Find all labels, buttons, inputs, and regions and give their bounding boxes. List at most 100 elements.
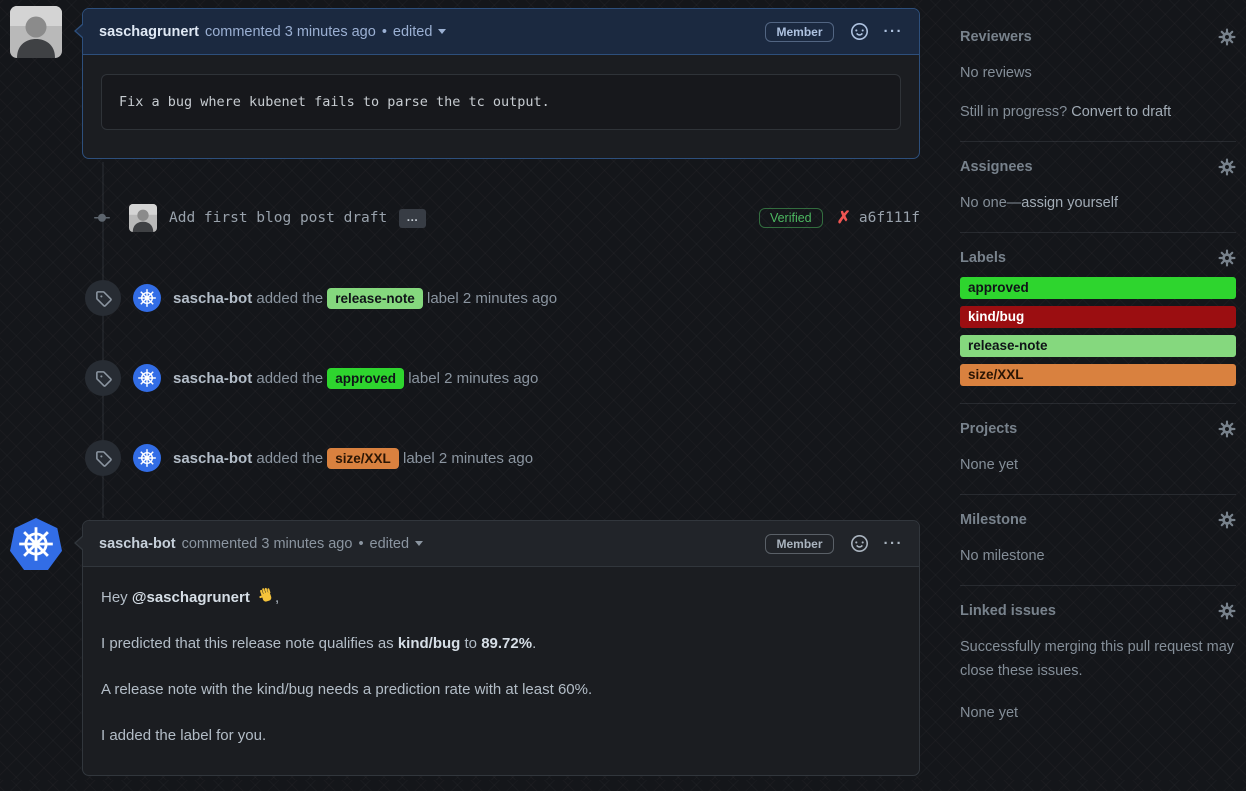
prediction-line: I predicted that this release note quali…: [101, 633, 901, 654]
reviewers-empty-text: No reviews: [960, 61, 1236, 85]
reviewers-hint: Still in progress? Convert to draft: [960, 100, 1236, 124]
chevron-down-icon: [438, 29, 446, 34]
labels-list: approved kind/bug release-note size/XXL: [960, 277, 1236, 386]
assignees-title[interactable]: Assignees: [960, 159, 1033, 175]
event-author-link[interactable]: sascha-bot: [173, 450, 252, 467]
event-badge: [85, 440, 121, 476]
comment-header: sascha-bot commented 3 minutes ago • edi…: [83, 521, 919, 567]
label-chip[interactable]: size/XXL: [327, 448, 399, 469]
comment-author-link[interactable]: sascha-bot: [99, 536, 176, 552]
event-action: added the: [256, 370, 323, 387]
gear-icon: [1218, 249, 1236, 267]
kubernetes-icon: [136, 447, 158, 469]
tag-icon: [95, 290, 112, 307]
comment-options-button[interactable]: ···: [884, 23, 904, 40]
sascha-bot-avatar[interactable]: [133, 284, 161, 312]
avatar-sascha-bot[interactable]: [10, 518, 62, 570]
milestone-title[interactable]: Milestone: [960, 512, 1027, 528]
separator-dot: •: [358, 536, 363, 552]
event-action: added the: [256, 290, 323, 307]
code-block: Fix a bug where kubenet fails to parse t…: [101, 74, 901, 130]
label-event-row: sascha-bot added the approved label 2 mi…: [85, 360, 921, 396]
mention-link[interactable]: @saschagrunert: [132, 589, 250, 606]
comment-sascha-bot: sascha-bot commented 3 minutes ago • edi…: [82, 520, 920, 776]
label-event-row: sascha-bot added the size/XXL label 2 mi…: [85, 440, 921, 476]
comment-author-link[interactable]: saschagrunert: [99, 24, 199, 40]
avatar-saschagrunert[interactable]: [10, 6, 62, 58]
commit-sha-link[interactable]: a6f111f: [859, 210, 920, 226]
gear-icon: [1218, 602, 1236, 620]
kubernetes-icon: [136, 287, 158, 309]
sidebar-section-milestone: Milestone No milestone: [960, 495, 1236, 586]
sidebar-label-kind-bug[interactable]: kind/bug: [960, 306, 1236, 328]
linked-issues-title[interactable]: Linked issues: [960, 603, 1056, 619]
gear-icon: [1218, 28, 1236, 46]
reviewers-title[interactable]: Reviewers: [960, 29, 1032, 45]
sidebar-section-assignees: Assignees No one—assign yourself: [960, 142, 1236, 233]
label-chip[interactable]: release-note: [327, 288, 423, 309]
edited-dropdown[interactable]: edited: [370, 536, 424, 552]
greeting-line: Hey @saschagrunert ,: [101, 587, 901, 608]
separator-dot: •: [382, 24, 387, 40]
assign-yourself-link[interactable]: assign yourself: [1021, 195, 1118, 211]
sidebar-section-reviewers: Reviewers No reviews Still in progress? …: [960, 12, 1236, 142]
linked-issues-description: Successfully merging this pull request m…: [960, 635, 1236, 683]
sidebar-label-size-xxl[interactable]: size/XXL: [960, 364, 1236, 386]
gear-icon: [1218, 511, 1236, 529]
event-suffix: label 2 minutes ago: [408, 370, 538, 387]
commit-message-link[interactable]: Add first blog post draft: [169, 210, 387, 226]
comment-timestamp[interactable]: commented 3 minutes ago: [182, 536, 353, 552]
person-avatar-image: [10, 6, 62, 58]
labels-title[interactable]: Labels: [960, 250, 1006, 266]
event-action: added the: [256, 450, 323, 467]
add-reaction-button[interactable]: [851, 23, 868, 40]
add-reaction-button[interactable]: [851, 535, 868, 552]
sidebar-label-release-note[interactable]: release-note: [960, 335, 1236, 357]
labels-settings-button[interactable]: [1218, 249, 1236, 267]
wave-emoji-icon: [257, 587, 275, 605]
label-event-row: sascha-bot added the release-note label …: [85, 280, 921, 316]
assignees-settings-button[interactable]: [1218, 158, 1236, 176]
tag-icon: [95, 370, 112, 387]
commit-author-avatar[interactable]: [129, 204, 157, 232]
convert-to-draft-link[interactable]: Convert to draft: [1071, 104, 1171, 120]
kebab-icon: ···: [884, 23, 904, 40]
sidebar-section-projects: Projects None yet: [960, 404, 1236, 495]
sascha-bot-avatar[interactable]: [133, 364, 161, 392]
git-commit-icon: [85, 210, 119, 226]
gear-icon: [1218, 420, 1236, 438]
tag-icon: [95, 450, 112, 467]
comment-header: saschagrunert commented 3 minutes ago • …: [83, 9, 919, 55]
label-chip[interactable]: approved: [327, 368, 404, 389]
reviewers-settings-button[interactable]: [1218, 28, 1236, 46]
event-badge: [85, 360, 121, 396]
projects-title[interactable]: Projects: [960, 421, 1017, 437]
sidebar-section-labels: Labels approved kind/bug release-note si…: [960, 233, 1236, 404]
verified-badge[interactable]: Verified: [759, 208, 823, 228]
sidebar-label-approved[interactable]: approved: [960, 277, 1236, 299]
event-suffix: label 2 minutes ago: [403, 450, 533, 467]
event-author-link[interactable]: sascha-bot: [173, 290, 252, 307]
member-badge: Member: [765, 22, 833, 42]
comment-options-button[interactable]: ···: [884, 535, 904, 552]
sidebar: Reviewers No reviews Still in progress? …: [960, 12, 1236, 742]
event-author-link[interactable]: sascha-bot: [173, 370, 252, 387]
commit-expand-button[interactable]: …: [399, 209, 426, 228]
kubernetes-icon: [15, 523, 57, 565]
linked-issues-settings-button[interactable]: [1218, 602, 1236, 620]
assignees-empty-text: No one—assign yourself: [960, 191, 1236, 215]
comment-saschagrunert: saschagrunert commented 3 minutes ago • …: [82, 8, 920, 159]
comment-timestamp[interactable]: commented 3 minutes ago: [205, 24, 376, 40]
sascha-bot-avatar[interactable]: [133, 444, 161, 472]
sidebar-section-linked-issues: Linked issues Successfully merging this …: [960, 586, 1236, 742]
status-x-icon[interactable]: ✗: [837, 208, 851, 228]
projects-empty-text: None yet: [960, 453, 1236, 477]
event-badge: [85, 280, 121, 316]
smiley-icon: [851, 23, 868, 40]
comment-body: Hey @saschagrunert , I predicted that th…: [83, 567, 919, 791]
milestone-settings-button[interactable]: [1218, 511, 1236, 529]
gear-icon: [1218, 158, 1236, 176]
projects-settings-button[interactable]: [1218, 420, 1236, 438]
edited-dropdown[interactable]: edited: [393, 24, 447, 40]
closing-line: I added the label for you.: [101, 725, 901, 746]
